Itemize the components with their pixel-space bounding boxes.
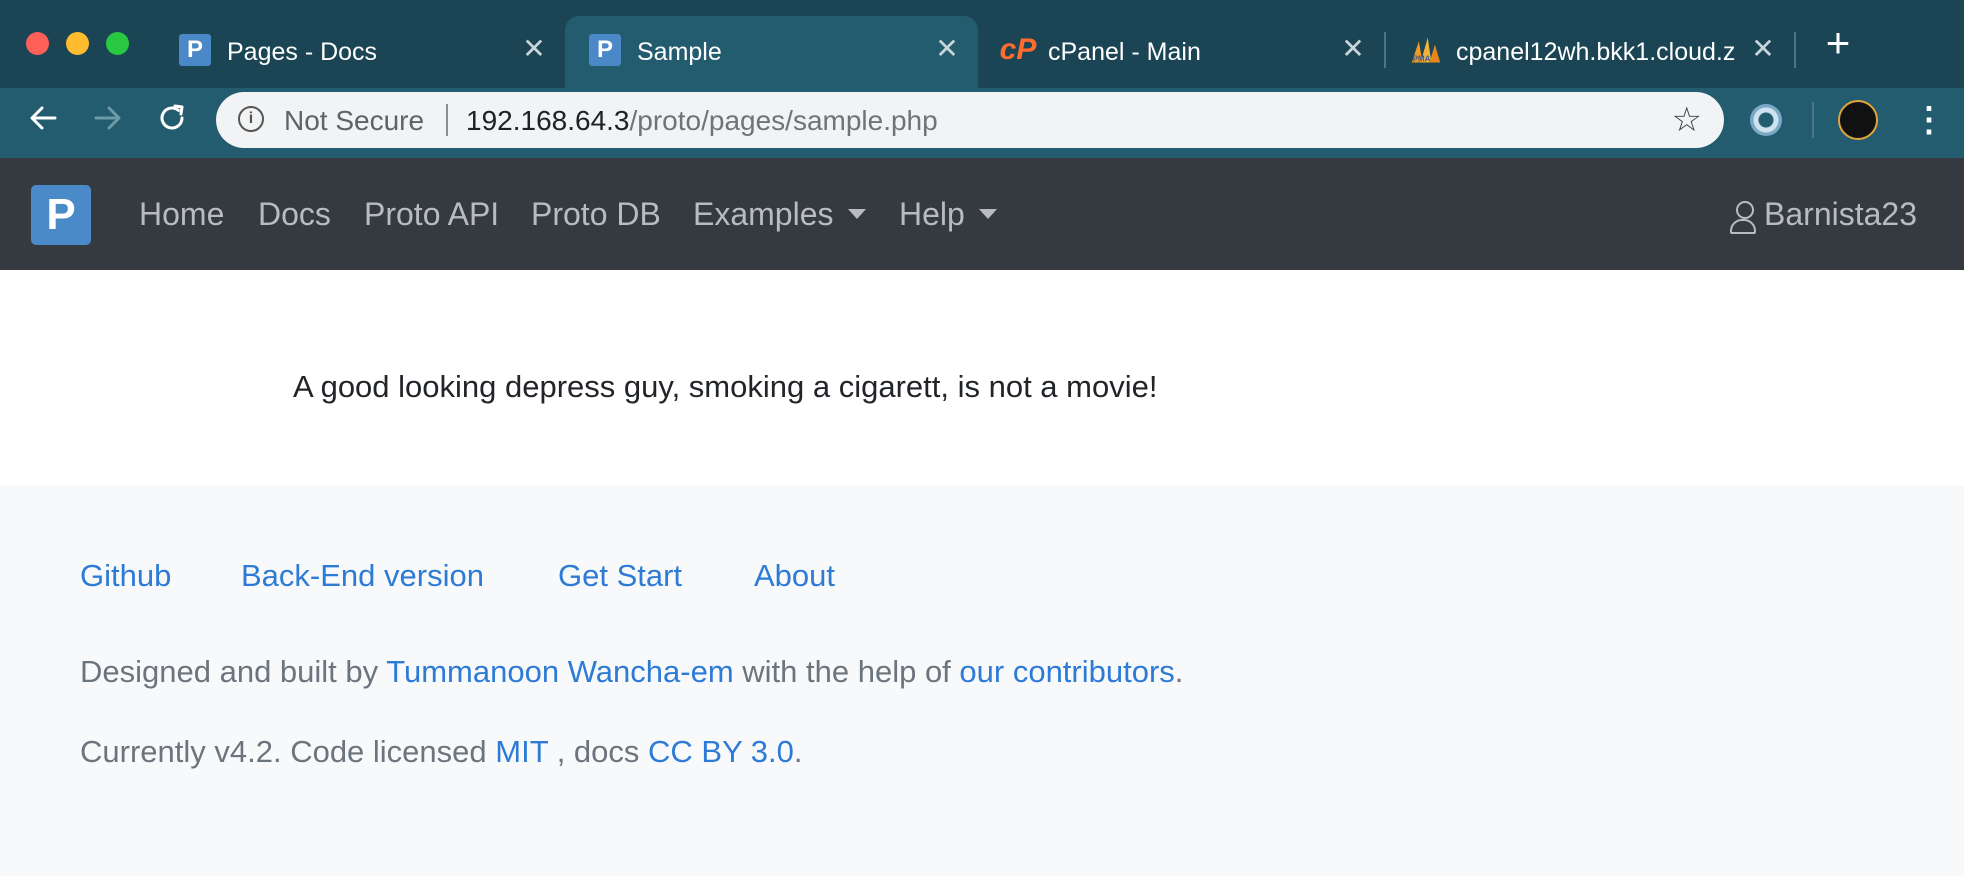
nav-link-docs[interactable]: Docs — [258, 194, 331, 234]
main-content: A good looking depress guy, smoking a ci… — [0, 270, 1964, 486]
license-prefix: Currently v4.2. Code licensed — [80, 734, 496, 769]
star-icon[interactable]: ☆ — [1672, 100, 1702, 140]
footer-link-about[interactable]: About — [754, 558, 835, 594]
nav-link-home[interactable]: Home — [139, 194, 224, 234]
url-host: 192.168.64.3 — [466, 105, 630, 136]
license-middle: , docs — [548, 734, 649, 769]
site-footer: Github Back-End version Get Start About … — [0, 486, 1964, 876]
tab-title: Sample — [637, 38, 722, 66]
tab-divider — [1794, 32, 1796, 68]
security-label[interactable]: Not Secure — [284, 106, 424, 136]
more-menu-icon[interactable]: ⋮ — [1912, 100, 1946, 140]
browser-toolbar: i Not Secure 192.168.64.3/proto/pages/sa… — [0, 88, 1964, 158]
username: Barnista23 — [1764, 196, 1917, 232]
close-icon[interactable]: ✕ — [1748, 34, 1778, 64]
window-close-button[interactable] — [26, 32, 49, 55]
brand-logo[interactable]: P — [31, 185, 91, 245]
nav-dropdown-help[interactable]: Help — [899, 194, 997, 234]
caret-down-icon — [978, 208, 997, 219]
nav-link-proto-db[interactable]: Proto DB — [531, 194, 661, 234]
arrow-left-icon — [30, 106, 57, 130]
cpanel-icon: cP — [999, 33, 1037, 66]
url-path: /proto/pages/sample.php — [629, 105, 938, 136]
sample-text: A good looking depress guy, smoking a ci… — [293, 369, 1158, 404]
toolbar-divider — [1812, 102, 1814, 138]
nav-dropdown-label: Help — [899, 196, 965, 232]
tab-title: cpanel12wh.bkk1.cloud.z — [1456, 38, 1736, 66]
site-navbar: P Home Docs Proto API Proto DB Examples … — [0, 158, 1964, 270]
arrow-right-icon — [94, 106, 121, 130]
browser-tab-strip: P Pages - Docs ✕ P Sample ✕ cP cPanel - … — [0, 0, 1964, 88]
footer-license: Currently v4.2. Code licensed MIT , docs… — [80, 734, 803, 770]
browser-tab-phpmyadmin[interactable]: PMA cpanel12wh.bkk1.cloud.z ✕ — [1386, 16, 1794, 88]
reload-icon — [160, 104, 184, 130]
window-zoom-button[interactable] — [106, 32, 129, 55]
svg-text:PMA: PMA — [1413, 55, 1431, 64]
mit-license-link[interactable]: MIT — [495, 734, 548, 769]
address-bar[interactable]: i Not Secure 192.168.64.3/proto/pages/sa… — [216, 92, 1724, 148]
footer-link-get-start[interactable]: Get Start — [558, 558, 682, 594]
license-suffix: . — [793, 734, 803, 769]
user-icon — [1730, 200, 1757, 234]
cc-license-link[interactable]: CC BY 3.0 — [648, 734, 794, 769]
address-divider — [446, 104, 448, 136]
proto-p-icon: P — [179, 34, 211, 66]
nav-link-proto-api[interactable]: Proto API — [364, 194, 499, 234]
author-link[interactable]: Tummanoon Wancha-em — [386, 654, 733, 689]
info-icon[interactable]: i — [238, 106, 264, 132]
proto-p-icon: P — [589, 34, 621, 66]
browser-tab-pages-docs[interactable]: P Pages - Docs ✕ — [155, 16, 555, 88]
close-icon[interactable]: ✕ — [932, 34, 962, 64]
credit-middle: with the help of — [733, 654, 960, 689]
plus-icon[interactable]: + — [1818, 22, 1858, 64]
browser-tab-sample[interactable]: P Sample ✕ — [565, 16, 978, 88]
profile-avatar[interactable] — [1838, 100, 1878, 140]
close-icon[interactable]: ✕ — [1338, 34, 1368, 64]
tab-title: cPanel - Main — [1048, 38, 1201, 66]
reload-button[interactable] — [152, 102, 192, 142]
back-button[interactable] — [23, 102, 63, 142]
nav-dropdown-label: Examples — [693, 196, 834, 232]
window-minimize-button[interactable] — [66, 32, 89, 55]
close-icon[interactable]: ✕ — [519, 34, 549, 64]
extension-icon[interactable] — [1750, 104, 1782, 136]
forward-button[interactable] — [88, 102, 128, 142]
contributors-link[interactable]: our contributors — [959, 654, 1174, 689]
nav-dropdown-examples[interactable]: Examples — [693, 194, 866, 234]
phpmyadmin-icon: PMA — [1410, 34, 1442, 66]
footer-link-github[interactable]: Github — [80, 558, 171, 594]
user-menu-link[interactable]: Barnista23 — [1730, 194, 1917, 234]
credit-prefix: Designed and built by — [80, 654, 387, 689]
footer-link-backend-version[interactable]: Back-End version — [241, 558, 484, 594]
caret-down-icon — [847, 208, 866, 219]
tab-title: Pages - Docs — [227, 38, 378, 66]
footer-credit: Designed and built by Tummanoon Wancha-e… — [80, 654, 1183, 690]
url-text[interactable]: 192.168.64.3/proto/pages/sample.php — [466, 106, 938, 136]
browser-tab-cpanel[interactable]: cP cPanel - Main ✕ — [978, 16, 1384, 88]
credit-suffix: . — [1174, 654, 1184, 689]
